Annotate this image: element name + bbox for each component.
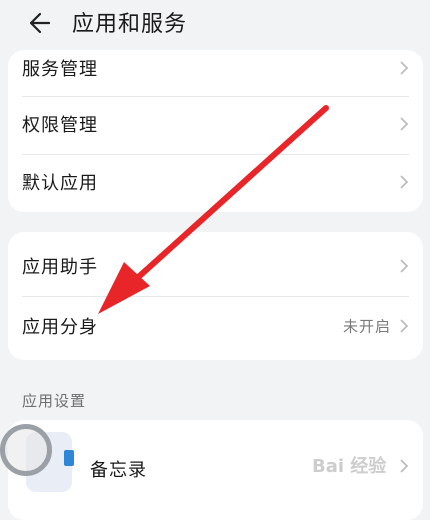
list-item-default-apps[interactable]: 默认应用: [8, 152, 423, 212]
back-arrow-icon[interactable]: [22, 8, 52, 38]
chevron-right-icon: [400, 175, 409, 189]
list-item-app-twin[interactable]: 应用分身 未开启: [8, 296, 423, 356]
list-item-app-assistant[interactable]: 应用助手: [8, 236, 423, 296]
chevron-right-icon: [400, 459, 409, 473]
settings-group-2: 应用助手 应用分身 未开启: [8, 232, 423, 360]
touch-indicator: [0, 424, 52, 476]
chevron-right-icon: [400, 259, 409, 273]
list-item-label: 应用助手: [22, 257, 98, 278]
chevron-right-icon: [400, 319, 409, 333]
status-value: 未开启: [342, 317, 391, 336]
chevron-right-icon: [400, 117, 409, 131]
list-item-label: 默认应用: [22, 173, 98, 194]
list-item-label: 权限管理: [22, 115, 98, 136]
settings-group-1: 服务管理 权限管理 默认应用: [8, 50, 423, 212]
chevron-right-icon: [400, 61, 409, 75]
page-title: 应用和服务: [72, 12, 188, 37]
app-name: 备忘录: [90, 460, 147, 481]
list-item-label: 服务管理: [22, 59, 98, 80]
header-bar: 应用和服务: [0, 0, 430, 48]
watermark: Bai 经验: [312, 456, 387, 477]
list-item-label: 应用分身: [22, 317, 98, 338]
list-item-permission-management[interactable]: 权限管理: [8, 94, 423, 154]
section-label: 应用设置: [22, 392, 87, 410]
